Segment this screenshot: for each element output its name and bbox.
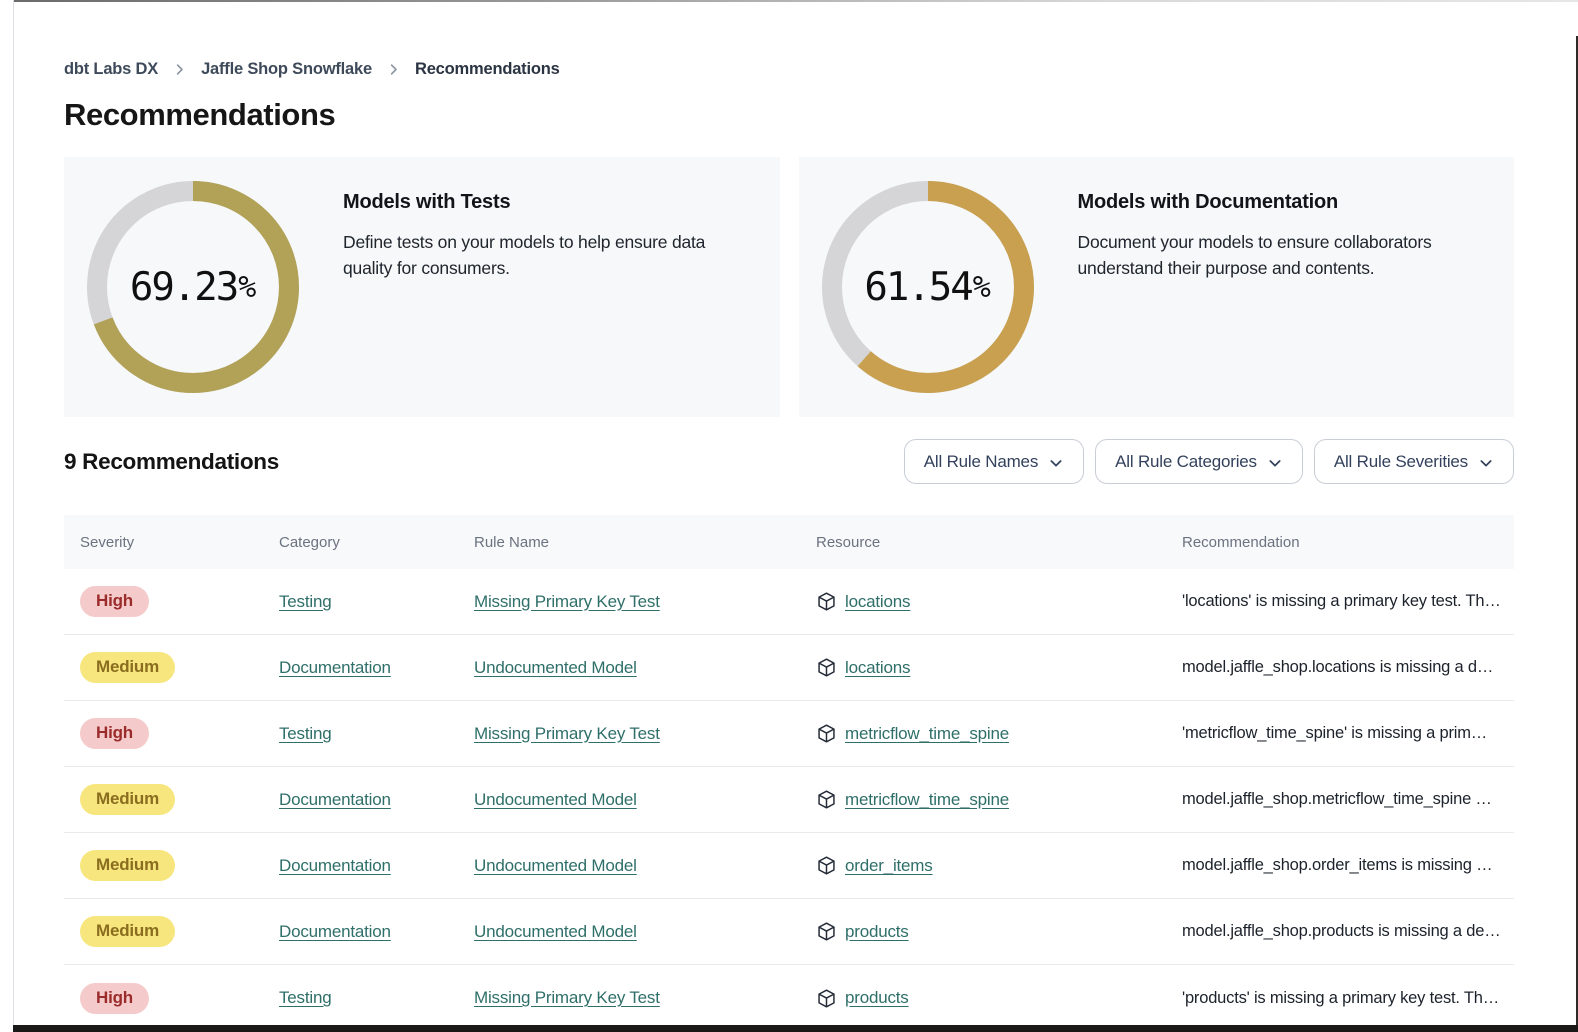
category-link[interactable]: Documentation bbox=[279, 922, 391, 941]
documentation-percent-label: 61.54% bbox=[822, 181, 1034, 393]
recommendation-text: 'metricflow_time_spine' is missing a pri… bbox=[1166, 724, 1514, 743]
rule-name-link[interactable]: Missing Primary Key Test bbox=[474, 592, 660, 611]
models-with-documentation-card: 61.54% Models with Documentation Documen… bbox=[799, 157, 1515, 417]
table-row: Medium Documentation Undocumented Model … bbox=[64, 899, 1514, 965]
page-title: Recommendations bbox=[64, 97, 1514, 133]
rule-name-link[interactable]: Undocumented Model bbox=[474, 658, 637, 677]
rule-categories-filter[interactable]: All Rule Categories bbox=[1095, 439, 1303, 484]
metric-cards: 69.23% Models with Tests Define tests on… bbox=[64, 157, 1514, 417]
category-link[interactable]: Documentation bbox=[279, 790, 391, 809]
category-link[interactable]: Documentation bbox=[279, 856, 391, 875]
model-cube-icon bbox=[816, 723, 837, 744]
rule-name-link[interactable]: Undocumented Model bbox=[474, 790, 637, 809]
recommendations-list-header: 9 Recommendations All Rule Names All Rul… bbox=[64, 439, 1514, 484]
filters: All Rule Names All Rule Categories All R… bbox=[904, 439, 1514, 484]
recommendation-text: model.jaffle_shop.products is missing a … bbox=[1166, 922, 1514, 941]
column-header-recommendation: Recommendation bbox=[1166, 534, 1514, 551]
recommendation-text: 'locations' is missing a primary key tes… bbox=[1166, 592, 1514, 611]
rule-names-filter[interactable]: All Rule Names bbox=[904, 439, 1084, 484]
card-title: Models with Documentation bbox=[1078, 191, 1458, 214]
resource-link[interactable]: locations bbox=[845, 592, 910, 612]
severity-badge: Medium bbox=[80, 652, 175, 683]
tests-percent-label: 69.23% bbox=[87, 181, 299, 393]
filter-label: All Rule Names bbox=[924, 452, 1038, 472]
table-row: High Testing Missing Primary Key Test pr… bbox=[64, 965, 1514, 1031]
recommendation-text: model.jaffle_shop.locations is missing a… bbox=[1166, 658, 1514, 677]
column-header-rule-name: Rule Name bbox=[458, 534, 800, 551]
resource-link[interactable]: metricflow_time_spine bbox=[845, 724, 1009, 744]
breadcrumb-account[interactable]: dbt Labs DX bbox=[64, 60, 158, 79]
resource-link[interactable]: locations bbox=[845, 658, 910, 678]
severity-badge: Medium bbox=[80, 850, 175, 881]
rule-name-link[interactable]: Undocumented Model bbox=[474, 856, 637, 875]
resource-link[interactable]: products bbox=[845, 922, 909, 942]
card-title: Models with Tests bbox=[343, 191, 756, 214]
table-header-row: Severity Category Rule Name Resource Rec… bbox=[64, 515, 1514, 569]
rule-name-link[interactable]: Missing Primary Key Test bbox=[474, 988, 660, 1007]
resource-link[interactable]: order_items bbox=[845, 856, 933, 876]
recommendation-text: model.jaffle_shop.order_items is missing… bbox=[1166, 856, 1514, 875]
table-row: High Testing Missing Primary Key Test me… bbox=[64, 701, 1514, 767]
recommendations-table: Severity Category Rule Name Resource Rec… bbox=[64, 515, 1514, 1031]
column-header-severity: Severity bbox=[64, 534, 263, 551]
severity-badge: Medium bbox=[80, 784, 175, 815]
column-header-resource: Resource bbox=[800, 534, 1166, 551]
cutoff-row-strip bbox=[13, 1025, 1578, 1032]
chevron-down-icon bbox=[1478, 455, 1494, 471]
resource-link[interactable]: metricflow_time_spine bbox=[845, 790, 1009, 810]
model-cube-icon bbox=[816, 855, 837, 876]
filter-label: All Rule Severities bbox=[1334, 452, 1468, 472]
percent-value: 69.23 bbox=[130, 265, 237, 310]
card-description: Define tests on your models to help ensu… bbox=[343, 229, 756, 281]
rule-name-link[interactable]: Undocumented Model bbox=[474, 922, 637, 941]
chevron-right-icon bbox=[172, 62, 187, 77]
recommendation-text: model.jaffle_shop.metricflow_time_spine … bbox=[1166, 790, 1514, 809]
severity-badge: High bbox=[80, 586, 149, 617]
rule-severities-filter[interactable]: All Rule Severities bbox=[1314, 439, 1514, 484]
column-header-category: Category bbox=[263, 534, 458, 551]
model-cube-icon bbox=[816, 657, 837, 678]
filter-label: All Rule Categories bbox=[1115, 452, 1257, 472]
severity-badge: Medium bbox=[80, 916, 175, 947]
recommendation-text: 'products' is missing a primary key test… bbox=[1166, 989, 1514, 1008]
models-with-tests-card: 69.23% Models with Tests Define tests on… bbox=[64, 157, 780, 417]
model-cube-icon bbox=[816, 789, 837, 810]
severity-badge: High bbox=[80, 718, 149, 749]
percent-sign: % bbox=[238, 270, 256, 305]
category-link[interactable]: Documentation bbox=[279, 658, 391, 677]
breadcrumb: dbt Labs DX Jaffle Shop Snowflake Recomm… bbox=[64, 60, 1514, 79]
table-row: Medium Documentation Undocumented Model … bbox=[64, 833, 1514, 899]
category-link[interactable]: Testing bbox=[279, 724, 331, 743]
table-row: Medium Documentation Undocumented Model … bbox=[64, 767, 1514, 833]
documentation-donut-chart: 61.54% bbox=[822, 181, 1034, 393]
severity-badge: High bbox=[80, 983, 149, 1014]
percent-value: 61.54 bbox=[864, 265, 971, 310]
card-description: Document your models to ensure collabora… bbox=[1078, 229, 1458, 281]
rule-name-link[interactable]: Missing Primary Key Test bbox=[474, 724, 660, 743]
recommendations-count: 9 Recommendations bbox=[64, 449, 279, 475]
chevron-down-icon bbox=[1267, 455, 1283, 471]
chevron-right-icon bbox=[386, 62, 401, 77]
percent-sign: % bbox=[973, 270, 991, 305]
tests-donut-chart: 69.23% bbox=[87, 181, 299, 393]
breadcrumb-current: Recommendations bbox=[415, 60, 560, 79]
table-row: Medium Documentation Undocumented Model … bbox=[64, 635, 1514, 701]
model-cube-icon bbox=[816, 591, 837, 612]
chevron-down-icon bbox=[1048, 455, 1064, 471]
model-cube-icon bbox=[816, 921, 837, 942]
category-link[interactable]: Testing bbox=[279, 592, 331, 611]
resource-link[interactable]: products bbox=[845, 988, 909, 1008]
category-link[interactable]: Testing bbox=[279, 988, 331, 1007]
page-content: dbt Labs DX Jaffle Shop Snowflake Recomm… bbox=[14, 0, 1576, 1025]
table-row: High Testing Missing Primary Key Test lo… bbox=[64, 569, 1514, 635]
breadcrumb-project[interactable]: Jaffle Shop Snowflake bbox=[201, 60, 372, 79]
window-left-edge bbox=[13, 0, 14, 1032]
window-top-edge bbox=[13, 0, 1578, 2]
model-cube-icon bbox=[816, 988, 837, 1009]
